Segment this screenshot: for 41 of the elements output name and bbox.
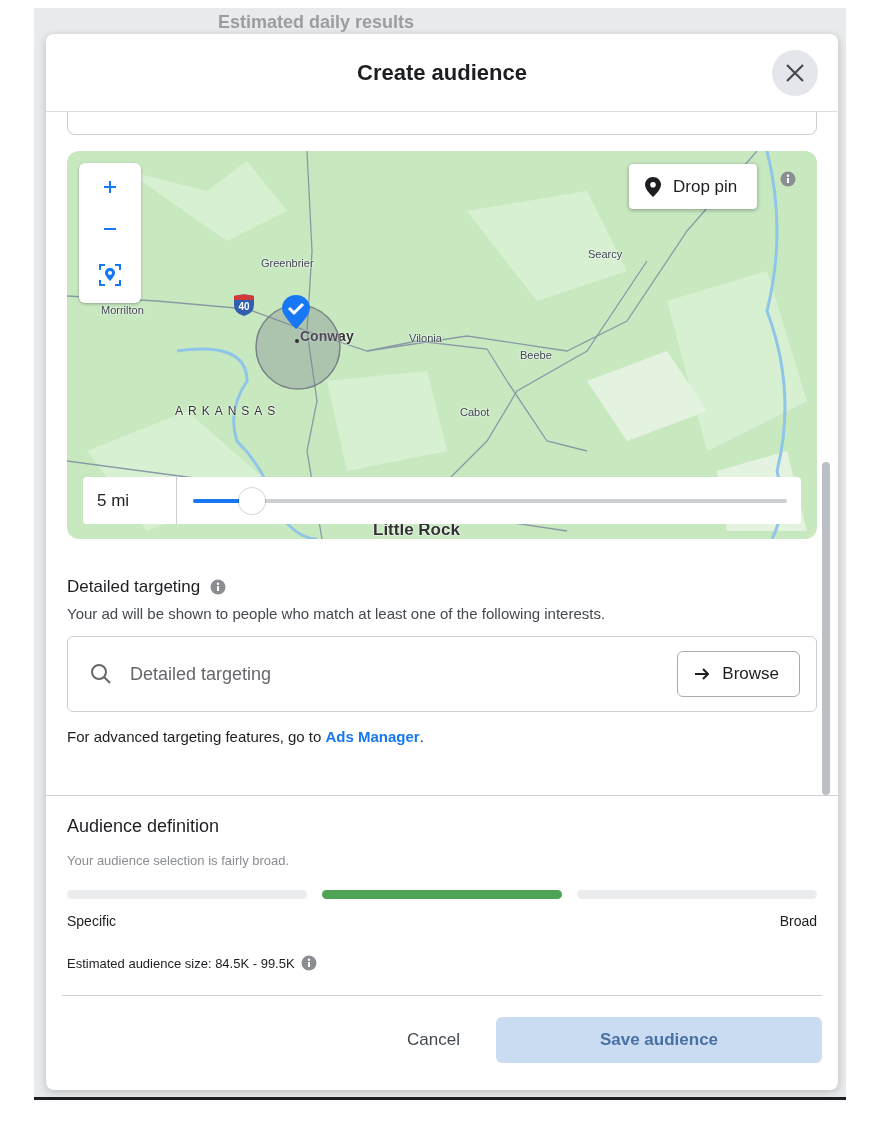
section-description: Your ad will be shown to people who match at least one of the following interests. (67, 605, 607, 622)
meter-max-label: Broad (779, 913, 817, 929)
close-icon (785, 63, 805, 83)
zoom-out-icon[interactable] (103, 227, 117, 231)
map-place-label: ARKANSAS (175, 404, 281, 418)
section-title: Detailed targeting (67, 577, 201, 597)
map-place-label: Beebe (520, 349, 552, 361)
slider-thumb[interactable] (239, 487, 266, 514)
zoom-in-icon[interactable] (103, 179, 117, 194)
drop-pin-button[interactable]: Drop pin (629, 164, 758, 209)
locate-pin-icon[interactable] (99, 264, 121, 287)
cancel-button[interactable]: Cancel (389, 1020, 478, 1060)
info-icon[interactable] (780, 171, 796, 187)
map-place-label: Greenbrier (261, 257, 314, 269)
pin-icon (645, 176, 661, 197)
map-place-label: Vilonia (409, 332, 442, 344)
check-pin-icon (281, 294, 311, 330)
close-button[interactable] (772, 50, 818, 96)
map-place-label: Searcy (588, 248, 623, 260)
dialog-title: Create audience (357, 59, 527, 86)
audience-summary: Your audience selection is fairly broad. (67, 853, 291, 868)
background-heading: Estimated daily results (218, 12, 416, 34)
ads-manager-link[interactable]: Ads Manager (325, 728, 420, 745)
map-place-label: Conway (300, 328, 354, 344)
highway-shield: 40 (233, 293, 255, 317)
section-title: Audience definition (67, 816, 221, 837)
scrollbar-thumb[interactable] (822, 462, 830, 795)
footnote-text: For advanced targeting features, go to Ads Manager. (67, 728, 425, 745)
map-place-label: Cabot (460, 406, 490, 418)
arrow-right-icon (694, 667, 711, 681)
browse-button[interactable]: Browse (677, 651, 800, 697)
radius-slider[interactable] (193, 487, 787, 514)
input-field[interactable] (67, 112, 817, 135)
search-icon (90, 663, 112, 685)
audience-size-estimate: Estimated audience size: 84.5K - 99.5K (67, 955, 295, 971)
radius-value: 5 mi (83, 477, 177, 524)
meter-min-label: Specific (67, 913, 117, 929)
search-field[interactable]: Detailed targeting Browse (67, 636, 817, 712)
map-place-label: Morrilton (101, 304, 144, 316)
info-icon[interactable] (210, 579, 227, 595)
info-icon[interactable] (300, 955, 317, 971)
